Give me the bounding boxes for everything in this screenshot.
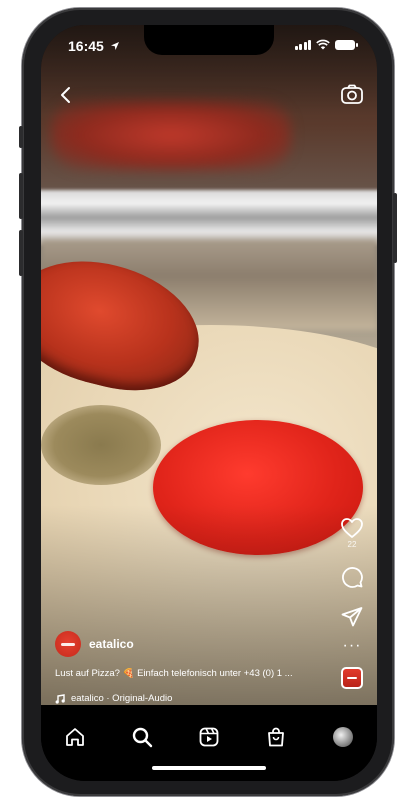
status-time: 16:45 (68, 38, 120, 54)
paper-plane-icon (341, 607, 363, 627)
post-caption[interactable]: Lust auf Pizza? 🍕 Einfach telefonisch un… (55, 668, 355, 679)
author-name[interactable]: eatalico (89, 637, 134, 651)
shop-icon (268, 727, 285, 747)
heart-icon (341, 518, 363, 538)
home-indicator[interactable] (152, 766, 266, 770)
battery-icon (335, 39, 358, 50)
like-button[interactable]: 22 (340, 517, 364, 549)
brand-logo-mark (61, 642, 75, 646)
nav-profile[interactable] (331, 725, 355, 749)
profile-avatar (333, 727, 354, 747)
comment-icon (342, 567, 363, 588)
notch (144, 25, 274, 55)
author-avatar[interactable] (55, 631, 81, 657)
reel-video[interactable] (41, 25, 377, 705)
foil-tray (41, 190, 377, 245)
nav-search[interactable] (130, 725, 154, 749)
nav-shop[interactable] (264, 725, 288, 749)
more-options-button[interactable]: ··· (342, 637, 362, 654)
share-button[interactable] (340, 605, 364, 629)
reels-icon (199, 727, 219, 747)
volume-up-button (19, 173, 23, 219)
audio-row[interactable]: eatalico · Original-Audio (55, 693, 172, 704)
bottom-nav-items (41, 725, 377, 749)
phone-frame: 16:45 22 ··· eatalico Lust auf Pizza? 🍕 … (19, 8, 397, 796)
like-count: 22 (347, 540, 357, 549)
search-icon (132, 727, 152, 748)
time-label: 16:45 (68, 38, 104, 54)
silent-switch (19, 126, 23, 148)
volume-down-button (19, 230, 23, 276)
audio-label: eatalico · Original-Audio (71, 693, 173, 704)
status-icons (294, 39, 358, 50)
home-icon (65, 728, 84, 746)
author-row[interactable]: eatalico (55, 631, 134, 657)
location-arrow-icon (110, 42, 119, 50)
nav-reels[interactable] (197, 725, 221, 749)
camera-icon (341, 84, 363, 104)
chevron-left-icon (61, 87, 70, 103)
wifi-icon (316, 39, 330, 50)
power-button (393, 193, 397, 263)
more-dots-icon: ··· (342, 637, 362, 654)
action-rail: 22 ··· (337, 517, 367, 689)
cellular-signal-icon (294, 39, 311, 50)
back-button[interactable] (55, 83, 79, 107)
bottom-nav (41, 715, 377, 781)
spoon-shadow (41, 405, 161, 485)
comment-button[interactable] (340, 565, 364, 589)
nav-home[interactable] (63, 725, 87, 749)
phone-screen: 16:45 22 ··· eatalico Lust auf Pizza? 🍕 … (41, 25, 377, 781)
camera-button[interactable] (339, 81, 365, 107)
music-note-icon (55, 693, 65, 704)
